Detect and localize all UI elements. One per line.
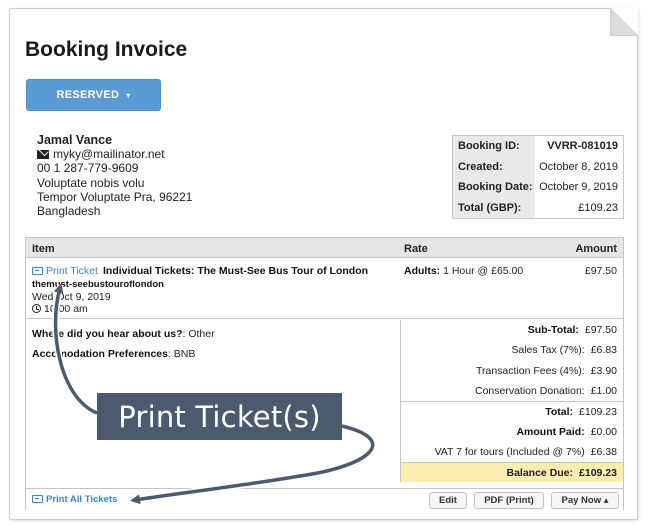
clock-icon bbox=[32, 304, 41, 313]
header-amount: Amount bbox=[575, 243, 617, 255]
customer-name: Jamal Vance bbox=[37, 133, 113, 147]
question: Accomodation Preferences bbox=[32, 348, 168, 360]
summary-row: Created: October 8, 2019 bbox=[453, 156, 623, 177]
totals-label: Total: bbox=[545, 405, 574, 418]
totals-value: £6.83 bbox=[590, 344, 617, 357]
ticket-icon bbox=[32, 495, 43, 503]
line-items-table: Item Rate Amount Print Ticket Individual… bbox=[25, 237, 624, 510]
question-answer: Where did you hear about us?: Other bbox=[32, 328, 215, 340]
totals-value: £97.50 bbox=[584, 324, 617, 337]
totals-label: Transaction Fees (4%): bbox=[475, 364, 585, 377]
table-footer: Print All Tickets Edit PDF (Print) Pay N… bbox=[26, 488, 623, 510]
header-rate: Rate bbox=[404, 243, 428, 255]
totals-value: £6.38 bbox=[590, 445, 617, 458]
totals-value: £109.23 bbox=[579, 405, 617, 418]
rate-value: 1 Hour @ £65.00 bbox=[443, 265, 524, 277]
totals-row: Conservation Donation: £1.00 bbox=[401, 381, 623, 401]
item-name: Individual Tickets: The Must-See Bus Tou… bbox=[103, 265, 369, 277]
header-item: Item bbox=[32, 243, 55, 255]
totals-row: Sub-Total: £97.50 bbox=[401, 320, 623, 340]
print-all-tickets-link[interactable]: Print All Tickets bbox=[32, 494, 117, 505]
caret-down-icon: ▾ bbox=[126, 90, 131, 100]
totals-label: Amount Paid: bbox=[516, 425, 585, 438]
totals-row: Sales Tax (7%): £6.83 bbox=[401, 340, 623, 360]
customer-email-line: myky@mailinator.net bbox=[37, 147, 192, 161]
totals-value: £0.00 bbox=[590, 425, 617, 438]
totals-value: £109.23 bbox=[579, 466, 617, 479]
summary-label: Booking ID: bbox=[453, 136, 535, 157]
item-amount: £97.50 bbox=[584, 265, 617, 277]
customer-phone: 00 1 287-779-9609 bbox=[37, 161, 139, 176]
print-ticket-label: Print Ticket bbox=[46, 265, 98, 277]
balance-due-row: Balance Due: £109.23 bbox=[401, 462, 623, 483]
booking-summary-table: Booking ID: VVRR-081019 Created: October… bbox=[452, 135, 624, 219]
item-date: Wed Oct 9, 2019 bbox=[32, 291, 111, 303]
envelope-icon bbox=[37, 150, 49, 160]
summary-value: October 8, 2019 bbox=[539, 160, 618, 173]
item-rate: Adults: 1 Hour @ £65.00 bbox=[404, 265, 523, 277]
item-slug: themust-seebustouroflondon bbox=[32, 279, 164, 290]
page-fold-corner bbox=[610, 8, 638, 36]
summary-value: VVRR-081019 bbox=[547, 140, 618, 153]
totals-row: Total: £109.23 bbox=[401, 401, 623, 421]
summary-value: October 9, 2019 bbox=[539, 181, 618, 194]
customer-details: Jamal Vance myky@mailinator.net 00 1 287… bbox=[37, 133, 192, 218]
customer-email: myky@mailinator.net bbox=[53, 147, 165, 162]
pay-now-button[interactable]: Pay Now ▴ bbox=[551, 492, 619, 509]
answer: : Other bbox=[182, 328, 215, 340]
rate-label: Adults: bbox=[404, 265, 441, 277]
totals-value: £3.90 bbox=[590, 364, 617, 377]
table-header: Item Rate Amount bbox=[26, 238, 623, 258]
item-time-line: 10:00 am bbox=[32, 303, 88, 315]
question: Where did you hear about us? bbox=[32, 328, 183, 340]
totals-label: Sales Tax (7%): bbox=[511, 344, 585, 357]
customer-address1: Voluptate nobis volu bbox=[37, 175, 145, 190]
totals-panel: Sub-Total: £97.50 Sales Tax (7%): £6.83 Tr… bbox=[400, 320, 623, 483]
status-label: RESERVED bbox=[56, 89, 120, 101]
edit-button[interactable]: Edit bbox=[429, 492, 467, 509]
print-tickets-callout: Print Ticket(s) bbox=[97, 393, 342, 440]
totals-value: £1.00 bbox=[590, 385, 617, 398]
customer-country: Bangladesh bbox=[37, 204, 101, 219]
summary-row: Total (GBP): £109.23 bbox=[453, 197, 623, 218]
totals-row: Transaction Fees (4%): £3.90 bbox=[401, 361, 623, 381]
totals-row: Amount Paid: £0.00 bbox=[401, 421, 623, 441]
summary-label: Total (GBP): bbox=[453, 197, 535, 218]
table-row: Print Ticket Individual Tickets: The Mus… bbox=[26, 258, 623, 319]
summary-label: Created: bbox=[453, 156, 535, 177]
summary-row: Booking Date: October 9, 2019 bbox=[453, 177, 623, 198]
item-time: 10:00 am bbox=[44, 303, 88, 315]
summary-value: £109.23 bbox=[578, 201, 618, 214]
totals-row: VAT 7 for tours (Included @ 7%) £6.38 bbox=[401, 442, 623, 462]
ticket-icon bbox=[32, 267, 43, 275]
summary-label: Booking Date: bbox=[453, 177, 535, 198]
status-dropdown-button[interactable]: RESERVED ▾ bbox=[26, 79, 161, 111]
print-all-label: Print All Tickets bbox=[46, 494, 118, 505]
totals-label: Sub-Total: bbox=[527, 324, 579, 337]
summary-row: Booking ID: VVRR-081019 bbox=[453, 136, 623, 157]
totals-label: VAT 7 for tours (Included @ 7%) bbox=[434, 445, 585, 458]
question-answer: Accomodation Preferences: BNB bbox=[32, 348, 195, 360]
totals-label: Balance Due: bbox=[506, 466, 574, 479]
pdf-print-button[interactable]: PDF (Print) bbox=[474, 492, 544, 509]
page-title: Booking Invoice bbox=[25, 38, 188, 61]
print-ticket-link[interactable]: Print Ticket bbox=[32, 265, 98, 277]
totals-label: Conservation Donation: bbox=[474, 385, 585, 398]
customer-address2: Tempor Voluptate Pra, 96221 bbox=[37, 189, 193, 204]
answer: : BNB bbox=[167, 348, 196, 360]
